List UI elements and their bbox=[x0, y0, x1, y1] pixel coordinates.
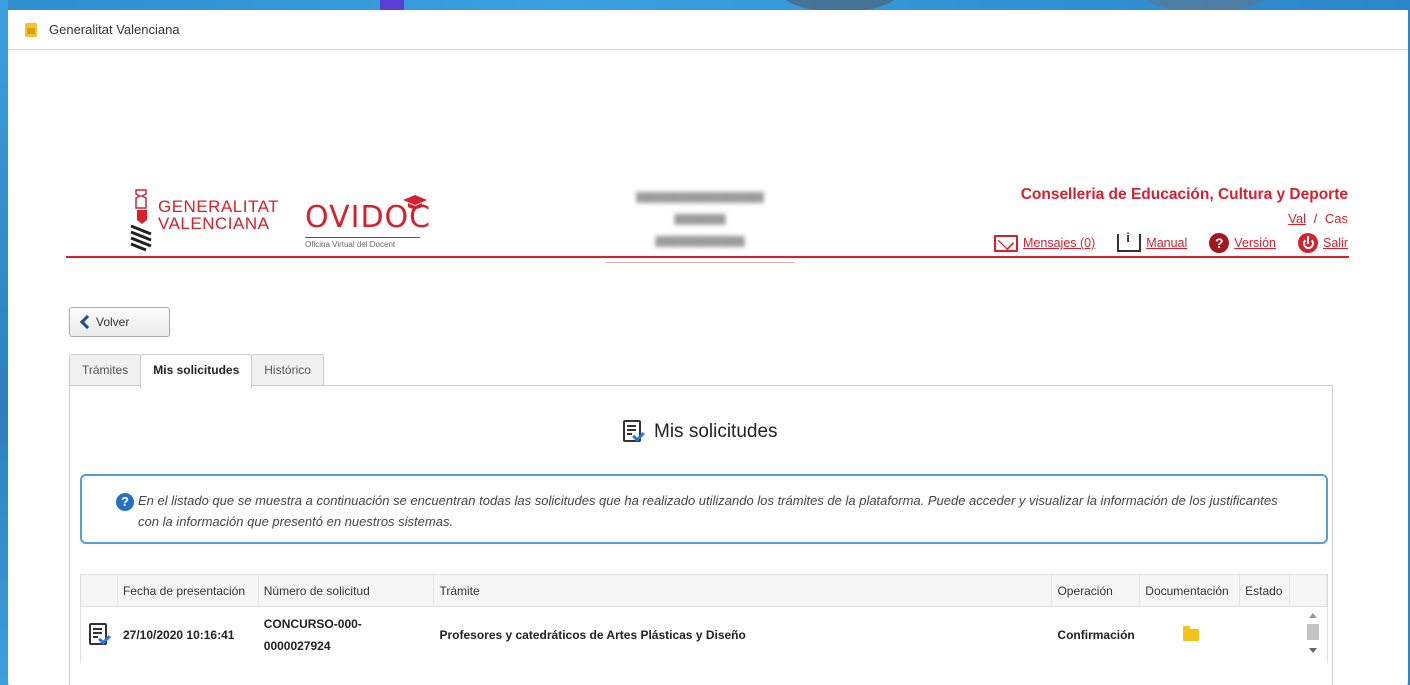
cell-documentacion bbox=[1140, 607, 1240, 663]
tab-historico[interactable]: Histórico bbox=[251, 354, 324, 386]
version-link[interactable]: Versión bbox=[1234, 236, 1276, 250]
cell-fecha: 27/10/2020 10:16:41 bbox=[123, 628, 235, 642]
conselleria-title: Conselleria de Educación, Cultura y Depo… bbox=[1020, 186, 1348, 203]
col-header-estado[interactable]: Estado bbox=[1240, 575, 1291, 606]
table-header: Fecha de presentación Número de solicitu… bbox=[80, 574, 1328, 607]
cell-estado bbox=[1240, 607, 1290, 663]
cell-operacion: Confirmación bbox=[1057, 628, 1135, 642]
scroll-thumb[interactable] bbox=[1307, 624, 1320, 640]
language-switcher: Val / Cas bbox=[1288, 211, 1348, 226]
col-header-operacion[interactable]: Operación bbox=[1052, 575, 1141, 606]
row-icon-cell bbox=[81, 607, 118, 663]
scroll-up-icon[interactable] bbox=[1309, 613, 1318, 618]
lang-val-link[interactable]: Val bbox=[1288, 211, 1306, 226]
manual-book-icon[interactable] bbox=[1117, 230, 1142, 252]
logo-line2: VALENCIANA bbox=[158, 214, 270, 233]
logo-line1: GENERALITAT bbox=[158, 197, 280, 216]
user-info-redacted: ████████████████████ ████████ ██████████… bbox=[600, 186, 800, 263]
info-text: En el listado que se muestra a continuac… bbox=[138, 493, 1278, 529]
mail-icon[interactable] bbox=[994, 234, 1019, 252]
col-header-numero[interactable]: Número de solicitud bbox=[259, 575, 435, 606]
numero-line1: CONCURSO-000- bbox=[263, 617, 362, 631]
exit-link[interactable]: Salir bbox=[1323, 236, 1348, 250]
info-box: ? En el listado que se muestra a continu… bbox=[80, 474, 1328, 544]
lang-cas-link[interactable]: Cas bbox=[1325, 211, 1348, 226]
tab-mis-solicitudes[interactable]: Mis solicitudes bbox=[140, 354, 253, 388]
app-subtitle: Oficina Virtual del Docent bbox=[305, 240, 396, 249]
back-button-label: Volver bbox=[96, 315, 130, 329]
col-header-fecha[interactable]: Fecha de presentación bbox=[118, 575, 259, 606]
document-check-icon[interactable] bbox=[89, 623, 111, 647]
logo-divider bbox=[305, 237, 420, 238]
app-folder-icon bbox=[25, 23, 37, 37]
panel-title-text: Mis solicitudes bbox=[654, 421, 778, 442]
table-scrollbar[interactable] bbox=[1290, 607, 1327, 663]
col-header-icon bbox=[81, 575, 118, 606]
chevron-left-icon bbox=[79, 314, 95, 330]
messages-link[interactable]: Mensajes (0) bbox=[1023, 236, 1095, 250]
info-question-icon: ? bbox=[116, 493, 134, 511]
header-toolbar: Mensajes (0) Manual ? Versión Salir bbox=[994, 230, 1348, 253]
col-header-documentacion[interactable]: Documentación bbox=[1140, 575, 1241, 606]
lang-separator: / bbox=[1313, 211, 1318, 226]
numero-line2: 0000027924 bbox=[263, 639, 331, 653]
header-divider bbox=[66, 256, 1349, 258]
manual-link[interactable]: Manual bbox=[1146, 236, 1187, 250]
folder-icon[interactable] bbox=[1183, 626, 1200, 641]
help-icon[interactable]: ? bbox=[1209, 233, 1230, 253]
tab-tramites[interactable]: Trámites bbox=[69, 354, 142, 386]
window-title: Generalitat Valenciana bbox=[49, 22, 180, 37]
solicitudes-table: Fecha de presentación Número de solicitu… bbox=[80, 574, 1328, 663]
col-header-tramite[interactable]: Trámite bbox=[434, 575, 1053, 606]
tab-bar: Trámites Mis solicitudes Histórico bbox=[69, 354, 324, 388]
col-header-scroll bbox=[1290, 575, 1328, 606]
graduation-cap-icon bbox=[403, 195, 427, 209]
panel-title: Mis solicitudes bbox=[623, 420, 778, 444]
power-icon[interactable] bbox=[1297, 233, 1318, 253]
title-bar: Generalitat Valenciana bbox=[8, 10, 1408, 50]
generalitat-logo[interactable]: GENERALITAT VALENCIANA bbox=[128, 186, 280, 256]
document-check-icon bbox=[623, 420, 645, 444]
tab-panel: Mis solicitudes ? En el listado que se m… bbox=[69, 385, 1333, 685]
scroll-down-icon[interactable] bbox=[1309, 648, 1318, 653]
cell-tramite: Profesores y catedráticos de Artes Plást… bbox=[439, 628, 746, 642]
back-button[interactable]: Volver bbox=[69, 307, 170, 337]
table-row[interactable]: 27/10/2020 10:16:41 CONCURSO-000- 000002… bbox=[80, 607, 1328, 663]
crest-icon bbox=[130, 189, 152, 252]
cell-numero: CONCURSO-000- 0000027924 bbox=[259, 607, 435, 663]
ovidoc-logo[interactable]: OVIDOC Oficina Virtual del Docent bbox=[305, 195, 431, 249]
